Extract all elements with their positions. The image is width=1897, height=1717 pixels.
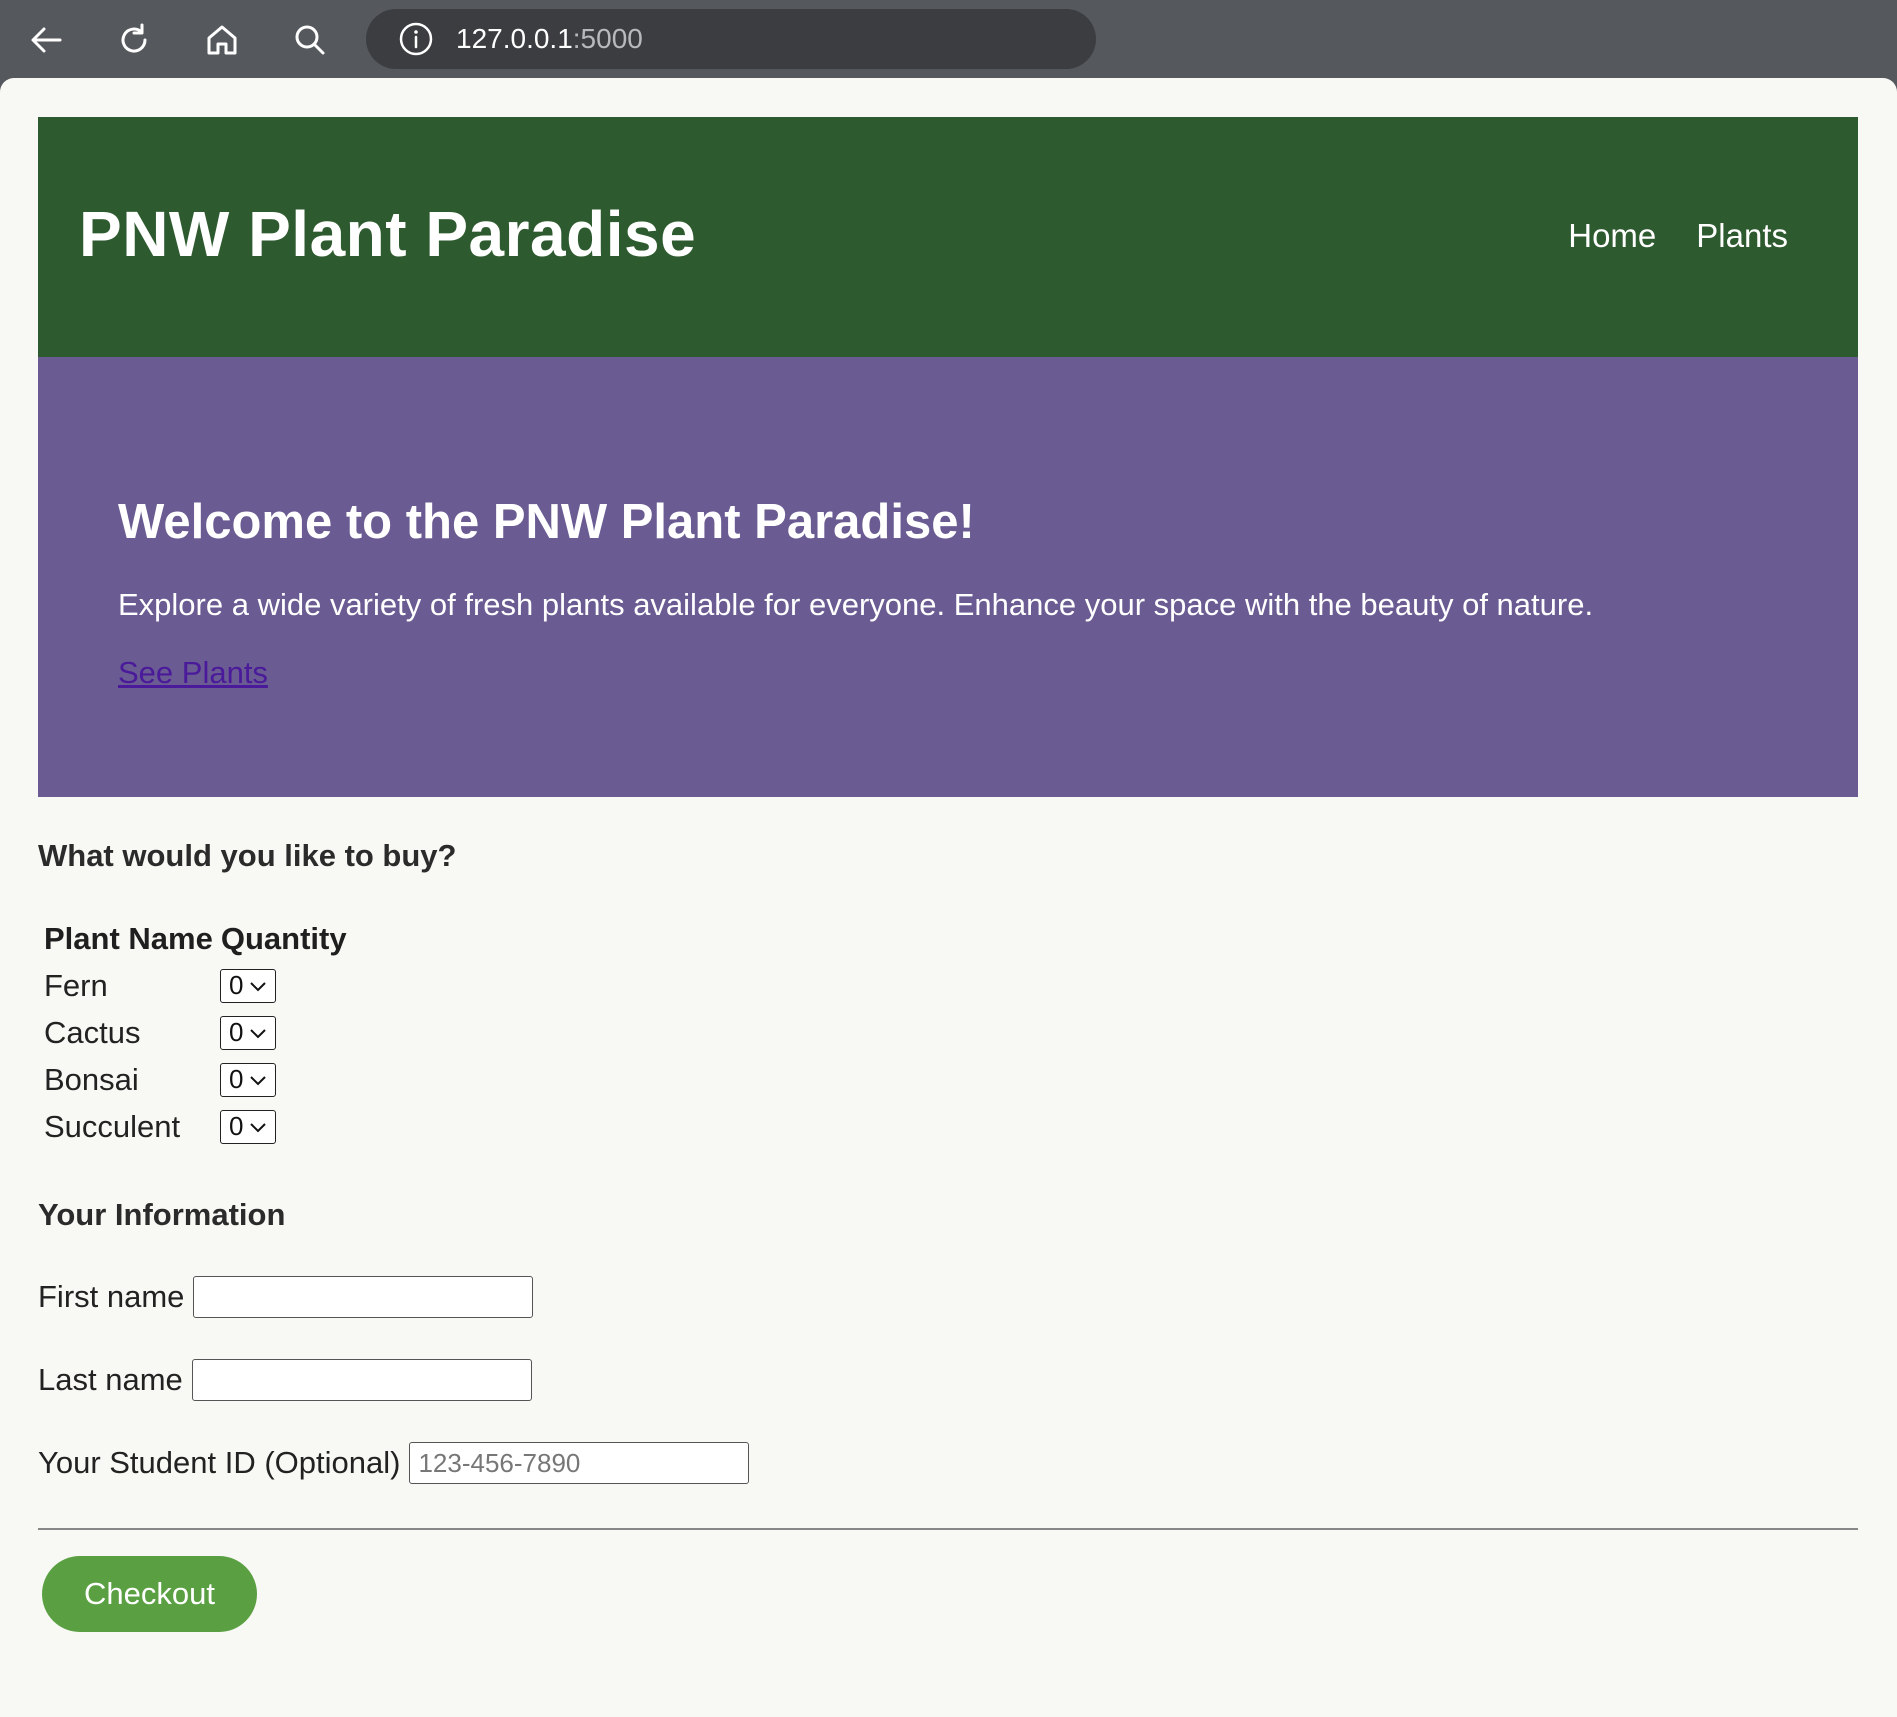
reload-icon: [121, 23, 147, 53]
back-arrow-icon: [31, 27, 62, 53]
quantity-select-succulent[interactable]: 0: [220, 1109, 276, 1144]
search-icon: [295, 25, 325, 55]
quantity-select-bonsai[interactable]: 0: [220, 1062, 276, 1097]
url-host: 127.0.0.1: [456, 23, 573, 54]
student-id-field[interactable]: 123-456-7890: [409, 1442, 750, 1484]
plant-name: Bonsai: [44, 1061, 139, 1097]
hero-banner: Welcome to the PNW Plant Paradise! Explo…: [38, 357, 1858, 797]
table-header: Plant Name Quantity: [38, 916, 347, 962]
checkout-button[interactable]: Checkout: [42, 1556, 257, 1632]
quantity-select-cactus[interactable]: 0: [220, 1015, 276, 1050]
plant-name: Fern: [44, 967, 108, 1003]
chevron-down-icon: [250, 1028, 267, 1038]
quantity-select-fern[interactable]: 0: [220, 968, 276, 1003]
column-header-plant-name: Plant Name: [44, 921, 213, 956]
site-header: PNW Plant Paradise Home Plants: [38, 117, 1858, 357]
hero-text: Explore a wide variety of fresh plants a…: [118, 587, 1594, 622]
quantity-value: 0: [229, 970, 244, 1000]
chevron-down-icon: [250, 1122, 267, 1132]
divider: [38, 1528, 1858, 1530]
url-port: :5000: [572, 23, 643, 54]
chevron-down-icon: [250, 981, 267, 991]
last-name-field[interactable]: [191, 1359, 532, 1401]
address-bar[interactable]: 127.0.0.1:5000: [366, 9, 1096, 69]
quantity-value: 0: [229, 1017, 244, 1047]
site-title: PNW Plant Paradise: [79, 198, 697, 270]
search-button[interactable]: [284, 14, 336, 66]
back-button[interactable]: [20, 14, 72, 66]
quantity-value: 0: [229, 1064, 244, 1094]
info-icon: [399, 22, 433, 56]
last-name-row: Last name: [38, 1359, 532, 1401]
url-text: 127.0.0.1:5000: [456, 23, 643, 55]
nav-link-home[interactable]: Home: [1568, 217, 1656, 255]
info-heading: Your Information: [38, 1197, 286, 1232]
first-name-label: First name: [38, 1279, 185, 1314]
site-info-button[interactable]: [396, 19, 436, 59]
home-button[interactable]: [196, 14, 248, 66]
reload-button[interactable]: [108, 14, 160, 66]
plant-name: Succulent: [44, 1108, 181, 1144]
home-icon: [207, 25, 237, 55]
table-row: Succulent 0: [38, 1103, 347, 1150]
plant-table: Plant Name Quantity Fern 0 Cactus 0 Bons…: [38, 916, 347, 1150]
page-viewport: PNW Plant Paradise Home Plants Welcome t…: [0, 78, 1897, 1717]
last-name-label: Last name: [38, 1362, 183, 1397]
chevron-down-icon: [250, 1075, 267, 1085]
table-row: Fern 0: [38, 962, 347, 1009]
quantity-value: 0: [229, 1111, 244, 1141]
table-row: Cactus 0: [38, 1009, 347, 1056]
nav-link-plants[interactable]: Plants: [1696, 217, 1788, 255]
student-id-placeholder: 123-456-7890: [418, 1447, 581, 1478]
first-name-row: First name: [38, 1276, 534, 1318]
first-name-field[interactable]: [193, 1276, 534, 1318]
student-id-row: Your Student ID (Optional) 123-456-7890: [38, 1442, 750, 1484]
table-row: Bonsai 0: [38, 1056, 347, 1103]
order-heading: What would you like to buy?: [38, 838, 457, 873]
student-id-label: Your Student ID (Optional): [38, 1445, 401, 1480]
see-plants-link[interactable]: See Plants: [118, 655, 268, 691]
site-nav: Home Plants: [1568, 217, 1788, 255]
column-header-quantity: Quantity: [220, 921, 347, 956]
browser-toolbar: 127.0.0.1:5000: [0, 0, 1897, 78]
plant-name: Cactus: [44, 1014, 141, 1050]
hero-title: Welcome to the PNW Plant Paradise!: [118, 495, 975, 549]
